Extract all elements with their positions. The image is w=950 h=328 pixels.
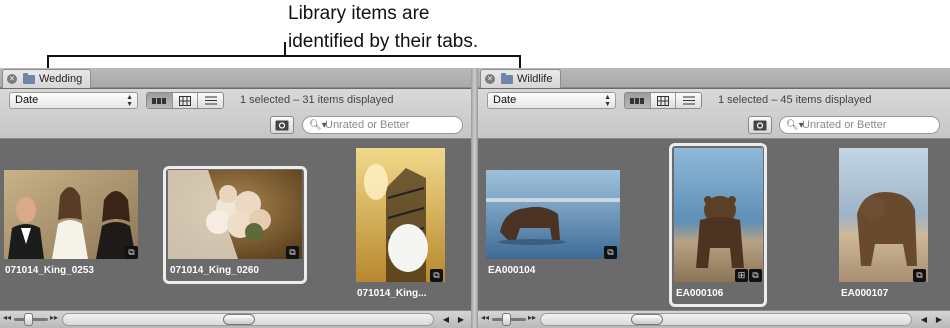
list-view-button[interactable] bbox=[198, 93, 223, 108]
scroll-left-icon[interactable]: ◀ bbox=[440, 313, 452, 326]
managed-file-badge-icon: ⧉ bbox=[913, 269, 926, 282]
thumbnail-caption: EA000104 bbox=[488, 265, 536, 276]
zoom-out-icon[interactable]: ◂◂ bbox=[481, 313, 489, 322]
thumbnail-caption: EA000107 bbox=[841, 288, 889, 299]
browser-toolbar: Date ▲ ▼ 1 selected – 31 items displayed … bbox=[0, 89, 471, 139]
photo-thumbnail bbox=[168, 170, 302, 259]
tab-label: Wildlife bbox=[517, 73, 553, 85]
filmstrip-view-icon bbox=[152, 97, 167, 104]
tab-label: Wedding bbox=[39, 73, 83, 85]
search-placeholder: Unrated or Better bbox=[802, 119, 887, 131]
scrollbar-thumb[interactable] bbox=[223, 314, 255, 325]
filmstrip-view-button[interactable] bbox=[625, 93, 651, 108]
photo-thumbnail bbox=[356, 148, 445, 282]
tab-wildlife[interactable]: × Wildlife bbox=[480, 69, 562, 88]
scroll-left-icon[interactable]: ◀ bbox=[918, 313, 930, 326]
callout-line-1: Library items are bbox=[288, 3, 430, 24]
thumbnail-caption: 071014_King... bbox=[357, 288, 427, 299]
thumbnail-area: ⧉ EA000104 ⊞ ⧉ EA000106 ⧉ EA000107 bbox=[478, 140, 950, 310]
search-field[interactable]: 🔍︎▾ Unrated or Better bbox=[302, 116, 463, 134]
thumbnail-caption: 071014_King_0253 bbox=[5, 265, 94, 276]
scroll-right-icon[interactable]: ▶ bbox=[455, 313, 467, 326]
search-icon: 🔍︎▾ bbox=[309, 120, 327, 131]
search-field[interactable]: 🔍︎▾ Unrated or Better bbox=[779, 116, 940, 134]
view-mode-switch[interactable] bbox=[146, 92, 224, 109]
list-view-icon bbox=[204, 96, 217, 105]
sort-select-value: Date bbox=[15, 94, 39, 106]
thumbnail-area: ⧉ 071014_King_0253 ⧉ 071014_King_0260 ⧉ … bbox=[0, 140, 471, 310]
filter-hud-icon bbox=[275, 120, 289, 130]
photo-thumbnail bbox=[839, 148, 928, 282]
grid-view-button[interactable] bbox=[172, 93, 199, 108]
zoom-out-icon[interactable]: ◂◂ bbox=[3, 313, 11, 322]
search-icon: 🔍︎▾ bbox=[786, 120, 804, 131]
list-view-icon bbox=[682, 96, 695, 105]
thumbnail-caption: EA000106 bbox=[676, 288, 724, 299]
close-icon[interactable]: × bbox=[485, 74, 495, 84]
scrollbar-thumb[interactable] bbox=[631, 314, 663, 325]
panel-divider[interactable] bbox=[471, 68, 478, 328]
status-text: 1 selected – 45 items displayed bbox=[718, 94, 872, 106]
close-icon[interactable]: × bbox=[7, 74, 17, 84]
sort-select[interactable]: Date ▲ ▼ bbox=[487, 92, 616, 109]
grid-view-button[interactable] bbox=[650, 93, 677, 108]
managed-file-badge-icon: ⧉ bbox=[125, 246, 138, 259]
folder-icon bbox=[23, 72, 35, 84]
browser-toolbar: Date ▲ ▼ 1 selected – 45 items displayed … bbox=[478, 89, 950, 139]
horizontal-scrollbar[interactable] bbox=[540, 313, 912, 326]
tab-bar: × Wildlife bbox=[478, 68, 950, 88]
sort-select[interactable]: Date ▲ ▼ bbox=[9, 92, 138, 109]
status-text: 1 selected – 31 items displayed bbox=[240, 94, 394, 106]
filmstrip-view-button[interactable] bbox=[147, 93, 173, 108]
zoom-slider-knob[interactable] bbox=[24, 313, 33, 326]
scroll-right-icon[interactable]: ▶ bbox=[933, 313, 945, 326]
bottom-bar: ◂◂ ▸▸ ◀ ▶ bbox=[478, 310, 950, 328]
filter-button[interactable] bbox=[748, 116, 772, 134]
sort-select-value: Date bbox=[493, 94, 517, 106]
thumbnail-caption: 071014_King_0260 bbox=[170, 265, 259, 276]
filter-hud-icon bbox=[753, 120, 767, 130]
managed-file-badge-icon: ⧉ bbox=[430, 269, 443, 282]
callout-bracket bbox=[47, 55, 521, 68]
filter-button[interactable] bbox=[270, 116, 294, 134]
zoom-in-icon[interactable]: ▸▸ bbox=[528, 313, 536, 322]
stack-badge-icon: ⊞ bbox=[735, 269, 748, 282]
managed-file-badge-icon: ⧉ bbox=[286, 246, 299, 259]
bottom-bar: ◂◂ ▸▸ ◀ ▶ bbox=[0, 310, 471, 328]
photo-thumbnail bbox=[486, 170, 620, 259]
callout-text: Library items are identified by their ta… bbox=[288, 0, 548, 56]
browser-panel-wildlife: × Wildlife Date ▲ ▼ 1 selected – 45 items… bbox=[478, 68, 950, 328]
filmstrip-view-icon bbox=[630, 97, 645, 104]
zoom-in-icon[interactable]: ▸▸ bbox=[50, 313, 58, 322]
zoom-slider-knob[interactable] bbox=[502, 313, 511, 326]
view-mode-switch[interactable] bbox=[624, 92, 702, 109]
horizontal-scrollbar[interactable] bbox=[62, 313, 434, 326]
browser-panel-wedding: × Wedding Date ▲ ▼ 1 selected – 31 items … bbox=[0, 68, 471, 328]
callout-line-2: identified by their tabs. bbox=[288, 31, 479, 52]
grid-view-icon bbox=[657, 95, 669, 106]
managed-file-badge-icon: ⧉ bbox=[604, 246, 617, 259]
select-arrows-icon: ▲ ▼ bbox=[126, 94, 133, 108]
search-placeholder: Unrated or Better bbox=[325, 119, 410, 131]
photo-thumbnail bbox=[674, 148, 763, 282]
tab-wedding[interactable]: × Wedding bbox=[2, 69, 92, 88]
folder-icon bbox=[501, 72, 513, 84]
photo-thumbnail bbox=[4, 170, 138, 259]
callout-stem bbox=[284, 42, 286, 56]
tab-bar: × Wedding bbox=[0, 68, 471, 88]
grid-view-icon bbox=[179, 95, 191, 106]
list-view-button[interactable] bbox=[676, 93, 701, 108]
select-arrows-icon: ▲ ▼ bbox=[604, 94, 611, 108]
managed-file-badge-icon: ⧉ bbox=[749, 269, 762, 282]
